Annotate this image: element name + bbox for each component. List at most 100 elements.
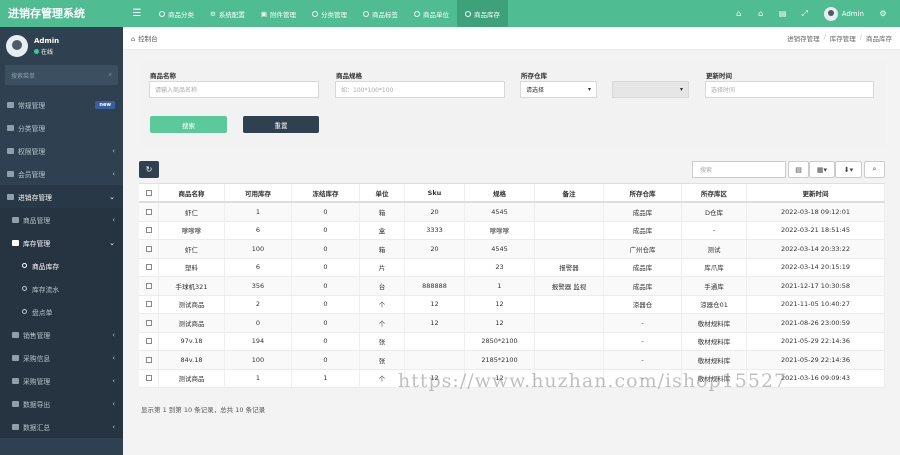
tab-system-config[interactable]: ⚙ 系统配置 bbox=[202, 0, 253, 27]
checkbox[interactable] bbox=[145, 375, 152, 382]
table-row[interactable]: 嗲嗲嗲 6 0 盒 3333 嗲嗲嗲 成品库 -2022-03-21 18:51:45 bbox=[139, 221, 885, 240]
column-header[interactable]: Sku bbox=[405, 184, 465, 201]
spec-filter-input[interactable]: 如：100*100*100 bbox=[335, 81, 505, 98]
column-header[interactable]: 单位 bbox=[360, 184, 405, 201]
home-icon[interactable]: ⌂ bbox=[728, 9, 750, 18]
list-icon bbox=[12, 331, 19, 338]
sidebar-item-purchase[interactable]: 采购管理 ‹ bbox=[0, 369, 123, 392]
sidebar-item-summary[interactable]: 数据汇总 ‹ bbox=[0, 415, 123, 438]
checkbox[interactable] bbox=[145, 338, 152, 345]
column-header[interactable]: 所存库区 bbox=[682, 184, 747, 201]
settings-icon[interactable]: ⚙ bbox=[872, 9, 894, 18]
name-filter-input[interactable]: 请输入商品名称 bbox=[149, 81, 319, 98]
app-logo: 进销存管理系统 bbox=[8, 7, 85, 20]
home-alt-icon[interactable]: ⌂ bbox=[750, 9, 772, 18]
tab-category[interactable]: 商品分类 bbox=[151, 0, 202, 27]
table-cell: 2022-03-21 18:51:45 bbox=[747, 221, 885, 239]
table-row[interactable]: 虾仁 100 0 箱 20 4545 广州仓库 测试 2022-03-14 20:33:22 bbox=[139, 240, 885, 259]
checkbox[interactable] bbox=[145, 356, 152, 363]
export-button[interactable]: ⬇▾ bbox=[835, 161, 862, 178]
checkbox[interactable] bbox=[145, 245, 152, 252]
table-row[interactable]: 97v.18 194 0 张 2850*2100 - 敬材规料库 2021-05-29 22:… bbox=[139, 332, 885, 351]
sidebar-item-general[interactable]: 常规管理 new bbox=[0, 93, 123, 116]
sidebar-item-purchase-info[interactable]: 采购信息 ‹ bbox=[0, 346, 123, 369]
column-header[interactable]: 备注 bbox=[535, 184, 604, 201]
table-row[interactable]: 手球机321 356 0 台 888888 1 报警器 监视 成品库 手通库 2021-12-17… bbox=[139, 277, 885, 296]
row-checkbox-cell[interactable] bbox=[139, 277, 159, 295]
checkbox[interactable] bbox=[145, 227, 152, 234]
table-row[interactable]: 测试商品 0 0 个 12 12- 敬材规料库 2021-08-26 23:00:59 bbox=[139, 314, 885, 333]
fullscreen-icon[interactable]: ⤢ bbox=[794, 9, 816, 19]
row-checkbox-cell[interactable] bbox=[139, 295, 159, 313]
sidebar-item-export[interactable]: 数据导出 ‹ bbox=[0, 392, 123, 415]
table-row[interactable]: 测试商品 2 0 个 12 12 涼器仓 涼器仓01 2021-11-05 10:40:27 bbox=[139, 295, 885, 314]
table-search-input[interactable]: 搜索 bbox=[692, 161, 786, 178]
column-header[interactable]: 冻结库存 bbox=[292, 184, 360, 201]
table-row[interactable]: 测试商品 1 1 个 12 12- 敬材规料库 2021-03-16 09:09:43 bbox=[139, 369, 885, 388]
table-cell bbox=[405, 258, 465, 276]
checkbox[interactable] bbox=[145, 282, 152, 289]
breadcrumb-item[interactable]: 进销存管理 bbox=[787, 33, 820, 43]
sidebar-item-products[interactable]: 商品管理 ‹ bbox=[0, 208, 123, 231]
tab-circle-icon bbox=[413, 10, 420, 17]
trash-icon[interactable]: ▤ bbox=[772, 9, 794, 18]
reset-button[interactable]: 重置 bbox=[243, 116, 319, 133]
checkbox[interactable] bbox=[145, 301, 152, 308]
advanced-search-button[interactable]: ⌕ bbox=[864, 161, 885, 178]
menu-search-input[interactable]: 搜索菜单 ⌕ bbox=[5, 65, 118, 85]
table-row[interactable]: 塑料 6 0 片 23 报警器 成品库 库爪库 2022-03-14 20:15:19 bbox=[139, 258, 885, 277]
column-header[interactable]: 更新时间 bbox=[747, 184, 885, 201]
table-cell: 张 bbox=[360, 332, 405, 350]
breadcrumb-item[interactable]: 库存管理 bbox=[830, 33, 856, 43]
sidebar-item-inventory[interactable]: 进销存管理 ⌄ bbox=[0, 185, 123, 208]
column-header[interactable]: 所存仓库 bbox=[604, 184, 682, 201]
sidebar-item-category[interactable]: 分类管理 bbox=[0, 116, 123, 139]
column-header[interactable]: 规格 bbox=[465, 184, 535, 201]
tab-attachments[interactable]: ▣ 附件管理 bbox=[253, 0, 304, 27]
row-checkbox-cell[interactable] bbox=[139, 221, 159, 239]
sidebar-item-members[interactable]: 会员管理 ‹ bbox=[0, 162, 123, 185]
checkbox[interactable] bbox=[145, 208, 152, 215]
tab-category-manage[interactable]: 分类管理 bbox=[304, 0, 355, 27]
row-checkbox-cell[interactable] bbox=[139, 369, 159, 387]
table-cell: 报警器 监视 bbox=[535, 277, 604, 295]
checkbox[interactable] bbox=[145, 189, 152, 196]
table-cell: 虾仁 bbox=[159, 240, 225, 258]
toggle-view-button[interactable]: ▤ bbox=[788, 161, 809, 178]
menu-toggle-icon[interactable]: ☰ bbox=[123, 8, 151, 19]
sidebar-item-label: 盘点单 bbox=[32, 308, 53, 317]
sidebar-item-product-stock[interactable]: 商品库存 bbox=[0, 254, 123, 277]
user-menu[interactable]: Admin bbox=[816, 6, 872, 21]
tab-label: 商品分类 bbox=[168, 10, 194, 19]
search-button[interactable]: 搜索 bbox=[150, 116, 227, 133]
table-cell: 敬材规料库 bbox=[682, 314, 747, 332]
row-checkbox-cell[interactable] bbox=[139, 314, 159, 332]
tab-units[interactable]: 商品单位 bbox=[406, 0, 457, 27]
row-checkbox-cell[interactable] bbox=[139, 240, 159, 258]
sidebar-item-stocktake[interactable]: 盘点单 bbox=[0, 300, 123, 323]
select-all-checkbox[interactable] bbox=[139, 184, 159, 201]
checkbox[interactable] bbox=[145, 264, 152, 271]
sidebar-item-stock-flow[interactable]: 库存流水 bbox=[0, 277, 123, 300]
download-icon: ⬇▾ bbox=[843, 165, 854, 174]
sidebar-item-stock-manage[interactable]: 库存管理 ⌄ bbox=[0, 231, 123, 254]
table-row[interactable]: 84v.18 100 0 张 2185*2100 - 敬材规料库 2021-05-29 22:… bbox=[139, 351, 885, 370]
columns-button[interactable]: ▦▾ bbox=[809, 161, 835, 178]
tab-stock[interactable]: 商品库存 bbox=[456, 0, 508, 27]
table-row[interactable]: 虾仁 1 0 箱 20 4545 成品库 D仓库 2022-03-18 09:12:01 bbox=[139, 203, 885, 222]
tab-tags[interactable]: 商品标签 bbox=[355, 0, 406, 27]
sidebar-item-sales[interactable]: 销售管理 ‹ bbox=[0, 323, 123, 346]
column-header[interactable]: 可用库存 bbox=[225, 184, 292, 201]
row-checkbox-cell[interactable] bbox=[139, 203, 159, 221]
refresh-button[interactable]: ↻ bbox=[139, 161, 159, 178]
row-checkbox-cell[interactable] bbox=[139, 351, 159, 369]
row-checkbox-cell[interactable] bbox=[139, 332, 159, 350]
column-header[interactable]: 商品名称 bbox=[159, 184, 225, 201]
checkbox[interactable] bbox=[145, 319, 152, 326]
app-window: 进销存管理系统 ☰ 商品分类 ⚙ 系统配置 ▣ 附件管理 分类管理 商品标签 商品单… bbox=[0, 0, 900, 455]
time-filter-input[interactable]: 选择时间 bbox=[705, 81, 874, 98]
chevron-left-icon: ‹ bbox=[112, 353, 115, 362]
sidebar-item-permission[interactable]: 权限管理 ‹ bbox=[0, 139, 123, 162]
warehouse-select[interactable]: 请选择 ▾ bbox=[520, 81, 597, 98]
row-checkbox-cell[interactable] bbox=[139, 258, 159, 276]
